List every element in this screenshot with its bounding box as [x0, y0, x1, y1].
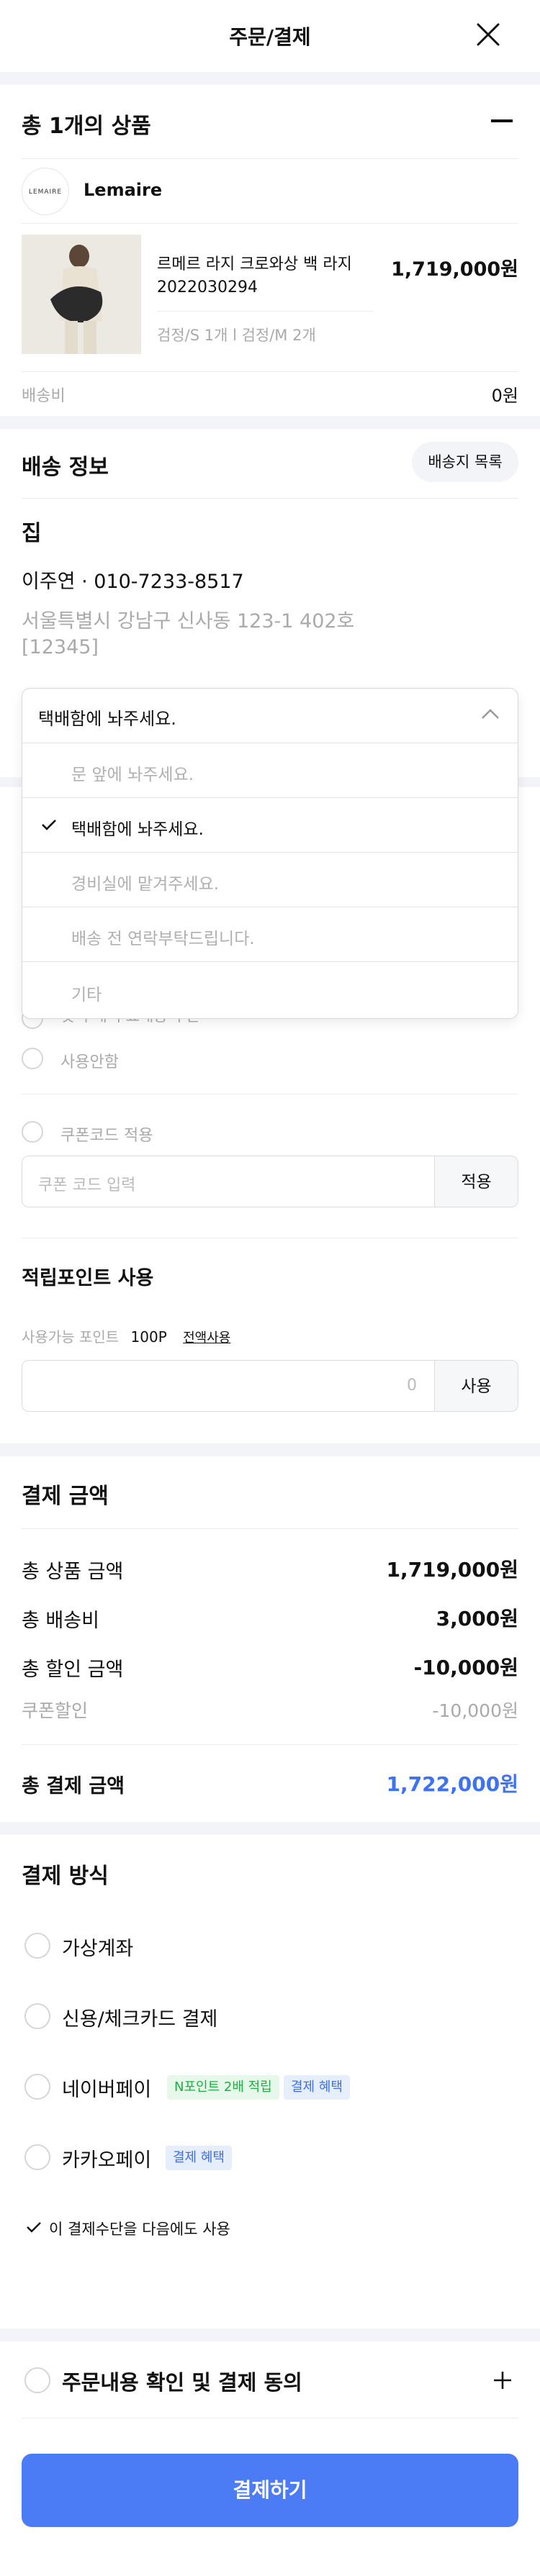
close-icon[interactable]: [472, 19, 504, 50]
naver-point-badge: N포인트 2배 적립: [167, 2075, 279, 2100]
dropdown-option[interactable]: 배송 전 연락부탁드립니다.: [22, 907, 518, 962]
zipcode: [12345]: [22, 636, 99, 658]
payment-amount-title: 결제 금액: [22, 1484, 109, 1509]
address-text: 서울특별시 강남구 신사동 123-1 402호 [12345]: [22, 609, 354, 661]
dropdown-option[interactable]: 문 앞에 놔주세요.: [22, 743, 518, 798]
check-icon: [41, 818, 57, 834]
product-image[interactable]: [22, 235, 141, 354]
delivery-request-dropdown[interactable]: 택배함에 놔주세요. 문 앞에 놔주세요. 택배함에 놔주세요. 경비실에 맡겨…: [22, 688, 518, 1019]
dropdown-option-label: 경비실에 맡겨주세요.: [71, 875, 220, 894]
product-divider: [157, 311, 373, 312]
product-options: 검정/S 1개 l 검정/M 2개: [157, 327, 316, 344]
brand-logo: LEMAIRE: [22, 168, 69, 215]
total-product-amount-value: 1,719,000원: [386, 1558, 518, 1582]
points-use-button[interactable]: 사용: [434, 1360, 518, 1412]
dropdown-option-label: 문 앞에 놔주세요.: [71, 766, 194, 784]
dropdown-option[interactable]: 기타: [22, 962, 518, 1018]
coupon-code-input[interactable]: 쿠폰 코드 입력: [22, 1156, 435, 1207]
recipient-info: 이주연 · 010-7233-8517: [22, 571, 244, 593]
coupon-discount-value: -10,000원: [432, 1700, 519, 1721]
page-title: 주문/결제: [229, 25, 311, 49]
naver-pay-label: 네이버페이: [62, 2079, 152, 2101]
total-product-amount-label: 총 상품 금액: [22, 1561, 124, 1583]
header: 주문/결제: [0, 0, 540, 72]
dropdown-option-selected[interactable]: 택배함에 놔주세요.: [22, 798, 518, 853]
brand-name: Lemaire: [84, 180, 163, 200]
coupon-code-placeholder: 쿠폰 코드 입력: [38, 1176, 136, 1194]
points-available: 사용가능 포인트 100P 전액사용: [22, 1325, 230, 1346]
points-input[interactable]: 0: [22, 1360, 435, 1412]
product-code: 2022030294: [157, 278, 258, 296]
pay-button[interactable]: 결제하기: [22, 2454, 518, 2527]
product-name: 르메르 라지 크로와상 백 라지 2022030294: [157, 253, 387, 299]
agreement-title[interactable]: 주문내용 확인 및 결제 동의: [62, 2366, 302, 2396]
no-coupon-label: 사용안함: [60, 1053, 119, 1071]
total-shipping-value: 3,000원: [436, 1607, 518, 1631]
radio-virtual-account[interactable]: [24, 1933, 50, 1959]
chevron-up-icon: [480, 707, 500, 723]
grand-total-label: 총 결제 금액: [22, 1775, 125, 1797]
grand-total-value: 1,722,000원: [386, 1772, 518, 1796]
delivery-title: 배송 정보: [22, 455, 109, 480]
payment-method-title: 결제 방식: [22, 1864, 109, 1889]
dropdown-option-label: 택배함에 놔주세요.: [71, 820, 204, 839]
naver-benefit-badge: 결제 혜택: [284, 2075, 350, 2100]
kakao-benefit-badge: 결제 혜택: [166, 2146, 232, 2170]
radio-agreement[interactable]: [24, 2367, 50, 2393]
product-name-line1: 르메르 라지 크로와상 백 라지: [157, 255, 352, 273]
address-line: 서울특별시 강남구 신사동 123-1 402호: [22, 610, 355, 632]
radio-credit-card[interactable]: [24, 2003, 50, 2029]
radio-no-coupon[interactable]: [22, 1048, 43, 1069]
total-discount-value: -10,000원: [413, 1656, 518, 1679]
dropdown-selected[interactable]: 택배함에 놔주세요.: [22, 689, 518, 743]
credit-card-label: 신용/체크카드 결제: [62, 2008, 218, 2031]
check-icon: [26, 2221, 42, 2236]
points-available-label: 사용가능 포인트: [22, 1328, 120, 1346]
coupon-discount-label: 쿠폰할인: [22, 1700, 89, 1721]
dropdown-option[interactable]: 경비실에 맡겨주세요.: [22, 853, 518, 907]
dropdown-option-label: 기타: [71, 986, 102, 1004]
virtual-account-label: 가상계좌: [62, 1938, 134, 1960]
coupon-code-apply-label: 쿠폰코드 적용: [60, 1127, 153, 1145]
total-discount-label: 총 할인 금액: [22, 1659, 124, 1681]
remember-method-label: 이 결제수단을 다음에도 사용: [49, 2221, 230, 2238]
coupon-apply-button[interactable]: 적용: [434, 1156, 518, 1207]
address-place: 집: [22, 521, 42, 546]
kakao-pay-label: 카카오페이: [62, 2149, 152, 2172]
radio-kakao-pay[interactable]: [24, 2144, 50, 2170]
points-title: 적립포인트 사용: [22, 1267, 154, 1289]
radio-coupon-code[interactable]: [22, 1121, 43, 1143]
minus-icon[interactable]: [491, 119, 513, 122]
shipping-fee-value: 0원: [491, 386, 518, 406]
points-input-placeholder: 0: [407, 1377, 417, 1394]
total-shipping-label: 총 배송비: [22, 1610, 99, 1632]
shipping-fee-label: 배송비: [22, 387, 66, 405]
product-price: 1,719,000원: [391, 258, 518, 281]
dropdown-option-label: 배송 전 연락부탁드립니다.: [71, 930, 255, 948]
dropdown-selected-text: 택배함에 놔주세요.: [38, 709, 176, 729]
radio-naver-pay[interactable]: [24, 2074, 50, 2100]
use-all-points-link[interactable]: 전액사용: [183, 1330, 230, 1346]
points-available-value: 100P: [130, 1328, 167, 1346]
products-title: 총 1개의 상품: [22, 114, 151, 139]
address-list-button[interactable]: 배송지 목록: [412, 442, 518, 482]
plus-icon[interactable]: [492, 2370, 513, 2390]
